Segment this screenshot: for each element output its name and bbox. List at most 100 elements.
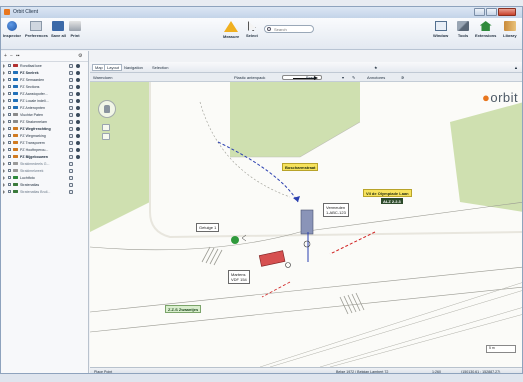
layer-lock-icon[interactable] <box>76 63 80 68</box>
layer-item[interactable]: PZ Bijgebouwen <box>1 153 88 160</box>
layer-item[interactable]: PZ Semaarden <box>1 76 88 83</box>
layer-lock-icon[interactable] <box>76 126 80 131</box>
layer-item[interactable]: PZ Anteropnten <box>1 104 88 111</box>
pin-icon[interactable]: ★ <box>374 65 378 70</box>
layer-visibility-checkbox[interactable] <box>8 78 11 81</box>
layer-visibility-checkbox[interactable] <box>8 169 11 172</box>
expand-icon[interactable] <box>3 161 5 166</box>
layer-style-icon[interactable] <box>69 112 73 117</box>
annotate-label[interactable]: Annotores <box>367 75 385 80</box>
layer-lock-icon[interactable] <box>76 140 80 145</box>
layer-style-icon[interactable] <box>69 77 73 82</box>
layer-item[interactable]: PZ Snelrek <box>1 69 88 76</box>
layer-item[interactable]: Stratenatlas Bruil... <box>1 188 88 195</box>
layer-style-icon[interactable] <box>69 133 73 138</box>
expand-icon[interactable] <box>3 112 5 117</box>
layer-visibility-checkbox[interactable] <box>8 190 11 193</box>
tools-button[interactable]: Tools <box>457 21 469 38</box>
layer-selector[interactable]: Warmdoen <box>93 75 112 80</box>
expand-icon[interactable] <box>3 154 5 159</box>
expand-icon[interactable] <box>3 91 5 96</box>
layer-style-icon[interactable] <box>69 175 73 180</box>
expand-icon[interactable] <box>3 182 5 187</box>
expand-icon[interactable] <box>3 175 5 180</box>
layer-visibility-checkbox[interactable] <box>8 92 11 95</box>
layer-lock-icon[interactable] <box>76 98 80 103</box>
layer-item[interactable]: Stratenatlas <box>1 181 88 188</box>
expand-icon[interactable] <box>3 147 5 152</box>
minimize-button[interactable] <box>474 8 485 16</box>
layer-item[interactable]: PZ Locale indeli... <box>1 97 88 104</box>
library-button[interactable]: Library <box>503 21 517 38</box>
preferences-button[interactable]: Preferences <box>25 21 48 38</box>
layer-style-icon[interactable] <box>69 63 73 68</box>
line-style-picker[interactable] <box>282 75 322 80</box>
layer-visibility-checkbox[interactable] <box>8 155 11 158</box>
expand-icon[interactable] <box>3 98 5 103</box>
layer-visibility-checkbox[interactable] <box>8 162 11 165</box>
layer-visibility-checkbox[interactable] <box>8 127 11 130</box>
map-canvas[interactable]: ●orbit Boscharmstraat Vil de Olympiade L… <box>90 82 522 367</box>
extensions-button[interactable]: Extensions <box>475 21 496 38</box>
expand-icon[interactable] <box>3 77 5 82</box>
expand-icon[interactable] <box>3 168 5 173</box>
layer-item[interactable]: PZ Transporem <box>1 139 88 146</box>
maximize-map-icon[interactable]: ▲ <box>514 65 518 70</box>
search-input[interactable] <box>274 26 312 32</box>
callout-van[interactable]: Vermeulen 1-ABC-123 <box>323 203 349 217</box>
vehicle-van[interactable] <box>300 209 314 235</box>
layer-lock-icon[interactable] <box>76 119 80 124</box>
settings-icon[interactable]: ✲ <box>401 75 404 80</box>
layer-item[interactable]: PZ Wegfrenchting <box>1 125 88 132</box>
layer-lock-icon[interactable] <box>76 70 80 75</box>
more-icon[interactable]: ▪▪ <box>16 53 20 59</box>
expand-icon[interactable] <box>3 126 5 131</box>
expand-icon[interactable] <box>3 189 5 194</box>
layer-style-icon[interactable] <box>69 189 73 194</box>
layer-lock-icon[interactable] <box>76 105 80 110</box>
layer-style-icon[interactable] <box>69 161 73 166</box>
status-crs[interactable]: Belge 1972 / Belgian Lambert 72 <box>336 370 388 374</box>
layer-item[interactable]: Rondfaal kwe <box>1 62 88 69</box>
layer-visibility-checkbox[interactable] <box>8 148 11 151</box>
expand-icon[interactable] <box>3 133 5 138</box>
tab-layout[interactable]: Layout <box>104 64 123 71</box>
expand-icon[interactable] <box>3 119 5 124</box>
layer-style-icon[interactable] <box>69 140 73 145</box>
layer-style-icon[interactable] <box>69 154 73 159</box>
layer-lock-icon[interactable] <box>76 91 80 96</box>
layer-item[interactable]: Vluchtw Paten <box>1 111 88 118</box>
layer-visibility-checkbox[interactable] <box>8 85 11 88</box>
layer-visibility-checkbox[interactable] <box>8 176 11 179</box>
mode-dropdown-icon[interactable]: ▾ <box>342 75 344 80</box>
layer-item[interactable]: PZ Aanstopofer... <box>1 90 88 97</box>
layer-visibility-checkbox[interactable] <box>8 106 11 109</box>
layer-style-icon[interactable] <box>69 182 73 187</box>
layer-lock-icon[interactable] <box>76 147 80 152</box>
layer-item[interactable]: Strakimelweek <box>1 167 88 174</box>
layer-style-icon[interactable] <box>69 98 73 103</box>
layer-item[interactable]: Luchtfoto <box>1 174 88 181</box>
layer-style-icon[interactable] <box>69 84 73 89</box>
layer-visibility-checkbox[interactable] <box>8 64 11 67</box>
annotate-icon[interactable]: ✎ <box>352 75 355 80</box>
layer-item[interactable]: PZ Hooftnperou... <box>1 146 88 153</box>
layer-style-icon[interactable] <box>69 119 73 124</box>
layer-item[interactable]: PZ Sections <box>1 83 88 90</box>
menu-navigation[interactable]: Navigation <box>124 65 143 70</box>
layer-visibility-checkbox[interactable] <box>8 99 11 102</box>
witness-person-icon[interactable] <box>231 236 239 244</box>
layer-settings-icon[interactable]: ⚙ <box>78 53 82 59</box>
status-scale[interactable]: 1:260 <box>432 370 441 374</box>
select-button[interactable]: Select <box>246 21 258 38</box>
search-field[interactable] <box>264 25 314 33</box>
layer-item[interactable]: PZ Wegmarking <box>1 132 88 139</box>
expand-icon[interactable] <box>3 105 5 110</box>
layer-style-icon[interactable] <box>69 168 73 173</box>
layer-lock-icon[interactable] <box>76 112 80 117</box>
layer-visibility-checkbox[interactable] <box>8 113 11 116</box>
zoom-out-icon[interactable] <box>102 133 110 140</box>
layer-style-icon[interactable] <box>69 70 73 75</box>
layer-item[interactable]: PZ Strakenrelam <box>1 118 88 125</box>
inspector-button[interactable]: Inspector <box>3 21 21 38</box>
